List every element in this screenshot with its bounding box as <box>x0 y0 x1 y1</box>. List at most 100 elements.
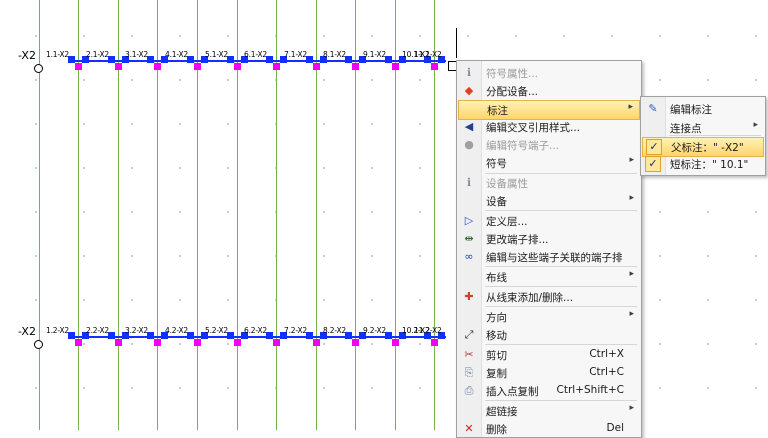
terminal-label[interactable]: 7.1-X2 <box>284 50 307 59</box>
menu-item-label: 分配设备... <box>486 86 539 98</box>
context-menu-item-6[interactable]: 符号 ▸ <box>458 154 640 172</box>
submenu-arrow-icon: ▸ <box>753 120 758 130</box>
terminal-connection-point[interactable] <box>75 63 82 70</box>
terminal-connection-point[interactable] <box>273 339 280 346</box>
terminal-label[interactable]: 1.2-X2 <box>46 326 69 335</box>
terminal-label[interactable]: 5.2-X2 <box>205 326 228 335</box>
terminal-connection-point[interactable] <box>431 339 438 346</box>
terminal-connection-point[interactable] <box>194 63 201 70</box>
terminal-connector-left <box>187 56 194 63</box>
menu-separator <box>485 210 637 211</box>
row1-device-label[interactable]: -X2 <box>18 49 36 62</box>
terminal-connection-point[interactable] <box>234 63 241 70</box>
context-menu-item-18[interactable]: ⎙ 插入点复制 Ctrl+Shift+C <box>458 382 640 400</box>
copy-icon: ⎘ <box>464 366 474 379</box>
context-menu-item-14[interactable]: 方向 ▸ <box>458 308 640 326</box>
context-menu-item-13[interactable]: ✚ 从线束添加/删除... <box>458 288 640 306</box>
change-terminal-strip-icon: ⇹ <box>464 232 474 245</box>
cut-icon: ✂ <box>464 348 474 361</box>
context-menu-item-5[interactable]: ● 编辑符号端子... <box>458 136 640 154</box>
menu-item-label: 设备 <box>486 196 507 208</box>
menu-item-label: 定义层... <box>486 216 528 228</box>
context-menu-item-15[interactable]: ⤢ 移动 <box>458 326 640 344</box>
menu-item-label: 短标注：" 10.1" <box>670 159 749 171</box>
menu-separator <box>485 344 637 345</box>
terminal-connection-point[interactable] <box>115 339 122 346</box>
terminal-label[interactable]: 11.1-X2 <box>414 50 442 59</box>
cursor-crosshair-vertical <box>456 28 457 58</box>
terminal-label[interactable]: 8.1-X2 <box>323 50 346 59</box>
terminal-connection-point[interactable] <box>431 63 438 70</box>
context-menu-item-10[interactable]: ⇹ 更改端子排... <box>458 230 640 248</box>
terminal-connector-left <box>68 56 75 63</box>
context-menu-item-3[interactable]: 标注 ▸ <box>458 100 640 120</box>
submenu-item-3[interactable]: ✓ 父标注：" -X2" <box>642 137 764 157</box>
layer-icon: ▷ <box>464 214 474 227</box>
annotation-submenu: ✎ 编辑标注 连接点 ▸ ✓ 父标注：" -X2" ✓ 短标注：" 10.1" <box>640 96 766 176</box>
context-menu-item-11[interactable]: ∞ 编辑与这些端子关联的端子排 <box>458 248 640 266</box>
submenu-separator <box>669 135 761 136</box>
schematic-canvas[interactable]: -X2 -X2 1.1-X2 2.1-X2 3.1-X2 4.1-X2 5.1-X2 6.… <box>0 0 768 430</box>
row2-connection-circle <box>34 340 43 349</box>
terminal-label[interactable]: 2.1-X2 <box>86 50 109 59</box>
terminal-connection-point[interactable] <box>313 339 320 346</box>
terminal-label[interactable]: 7.2-X2 <box>284 326 307 335</box>
terminal-label[interactable]: 9.2-X2 <box>363 326 386 335</box>
terminal-label[interactable]: 6.1-X2 <box>244 50 267 59</box>
terminal-connection-point[interactable] <box>352 339 359 346</box>
submenu-arrow-icon: ▸ <box>629 193 634 203</box>
terminal-label[interactable]: 3.1-X2 <box>125 50 148 59</box>
terminal-connection-point[interactable] <box>154 339 161 346</box>
terminal-connection-point[interactable] <box>273 63 280 70</box>
terminal-connection-point[interactable] <box>154 63 161 70</box>
terminal-connection-point[interactable] <box>313 63 320 70</box>
context-menu-item-20[interactable]: ✕ 删除 Del <box>458 420 640 438</box>
terminal-connection-point[interactable] <box>392 63 399 70</box>
context-menu-item-9[interactable]: ▷ 定义层... <box>458 212 640 230</box>
terminal-connector-left <box>227 332 234 339</box>
submenu-arrow-icon: ▸ <box>629 155 634 165</box>
terminal-label[interactable]: 11.2-X2 <box>414 326 442 335</box>
terminal-connection-point[interactable] <box>115 63 122 70</box>
terminal-label[interactable]: 1.1-X2 <box>46 50 69 59</box>
edit-annotation-icon: ✎ <box>648 102 658 115</box>
context-menu-item-16[interactable]: ✂ 剪切 Ctrl+X <box>458 346 640 364</box>
context-menu-item-4[interactable]: ◀ 编辑交叉引用样式... <box>458 118 640 136</box>
menu-item-label: 编辑标注 <box>670 104 712 116</box>
menu-item-label: 从线束添加/删除... <box>486 292 574 304</box>
context-menu-item-2[interactable]: ◆ 分配设备... <box>458 82 640 100</box>
terminal-label[interactable]: 8.2-X2 <box>323 326 346 335</box>
context-menu: ℹ 符号属性... ◆ 分配设备... 标注 ▸ ◀ 编辑交叉引用样式... ● 编辑符号端子..… <box>456 60 642 438</box>
terminal-connector-left <box>385 332 392 339</box>
context-menu-item-19[interactable]: 超链接 ▸ <box>458 402 640 420</box>
menu-item-shortcut: Ctrl+Shift+C <box>556 384 624 396</box>
row2-device-label[interactable]: -X2 <box>18 325 36 338</box>
menu-item-label: 符号属性... <box>486 68 539 80</box>
menu-item-label: 插入点复制 <box>486 386 539 398</box>
terminal-connection-point[interactable] <box>392 339 399 346</box>
submenu-item-1[interactable]: ✎ 编辑标注 <box>642 100 764 118</box>
context-menu-item-7[interactable]: ℹ 设备属性 <box>458 174 640 192</box>
checkmark-icon: ✓ <box>646 139 662 155</box>
terminal-label[interactable]: 5.1-X2 <box>205 50 228 59</box>
move-icon: ⤢ <box>464 328 474 341</box>
terminal-label[interactable]: 2.2-X2 <box>86 326 109 335</box>
terminal-label[interactable]: 3.2-X2 <box>125 326 148 335</box>
terminal-connection-point[interactable] <box>352 63 359 70</box>
terminal-connection-point[interactable] <box>234 339 241 346</box>
context-menu-item-8[interactable]: 设备 ▸ <box>458 192 640 210</box>
terminal-label[interactable]: 9.1-X2 <box>363 50 386 59</box>
terminal-label[interactable]: 6.2-X2 <box>244 326 267 335</box>
terminal-connector-left <box>108 56 115 63</box>
submenu-item-4[interactable]: ✓ 短标注：" 10.1" <box>642 155 764 173</box>
terminal-connection-point[interactable] <box>75 339 82 346</box>
terminal-connection-point[interactable] <box>194 339 201 346</box>
context-menu-item-12[interactable]: 布线 ▸ <box>458 268 640 286</box>
submenu-arrow-icon: ▸ <box>628 102 633 112</box>
terminal-label[interactable]: 4.1-X2 <box>165 50 188 59</box>
context-menu-item-17[interactable]: ⎘ 复制 Ctrl+C <box>458 364 640 382</box>
context-menu-item-1[interactable]: ℹ 符号属性... <box>458 64 640 82</box>
menu-item-label: 剪切 <box>486 350 507 362</box>
terminal-label[interactable]: 4.2-X2 <box>165 326 188 335</box>
menu-separator <box>485 306 637 307</box>
